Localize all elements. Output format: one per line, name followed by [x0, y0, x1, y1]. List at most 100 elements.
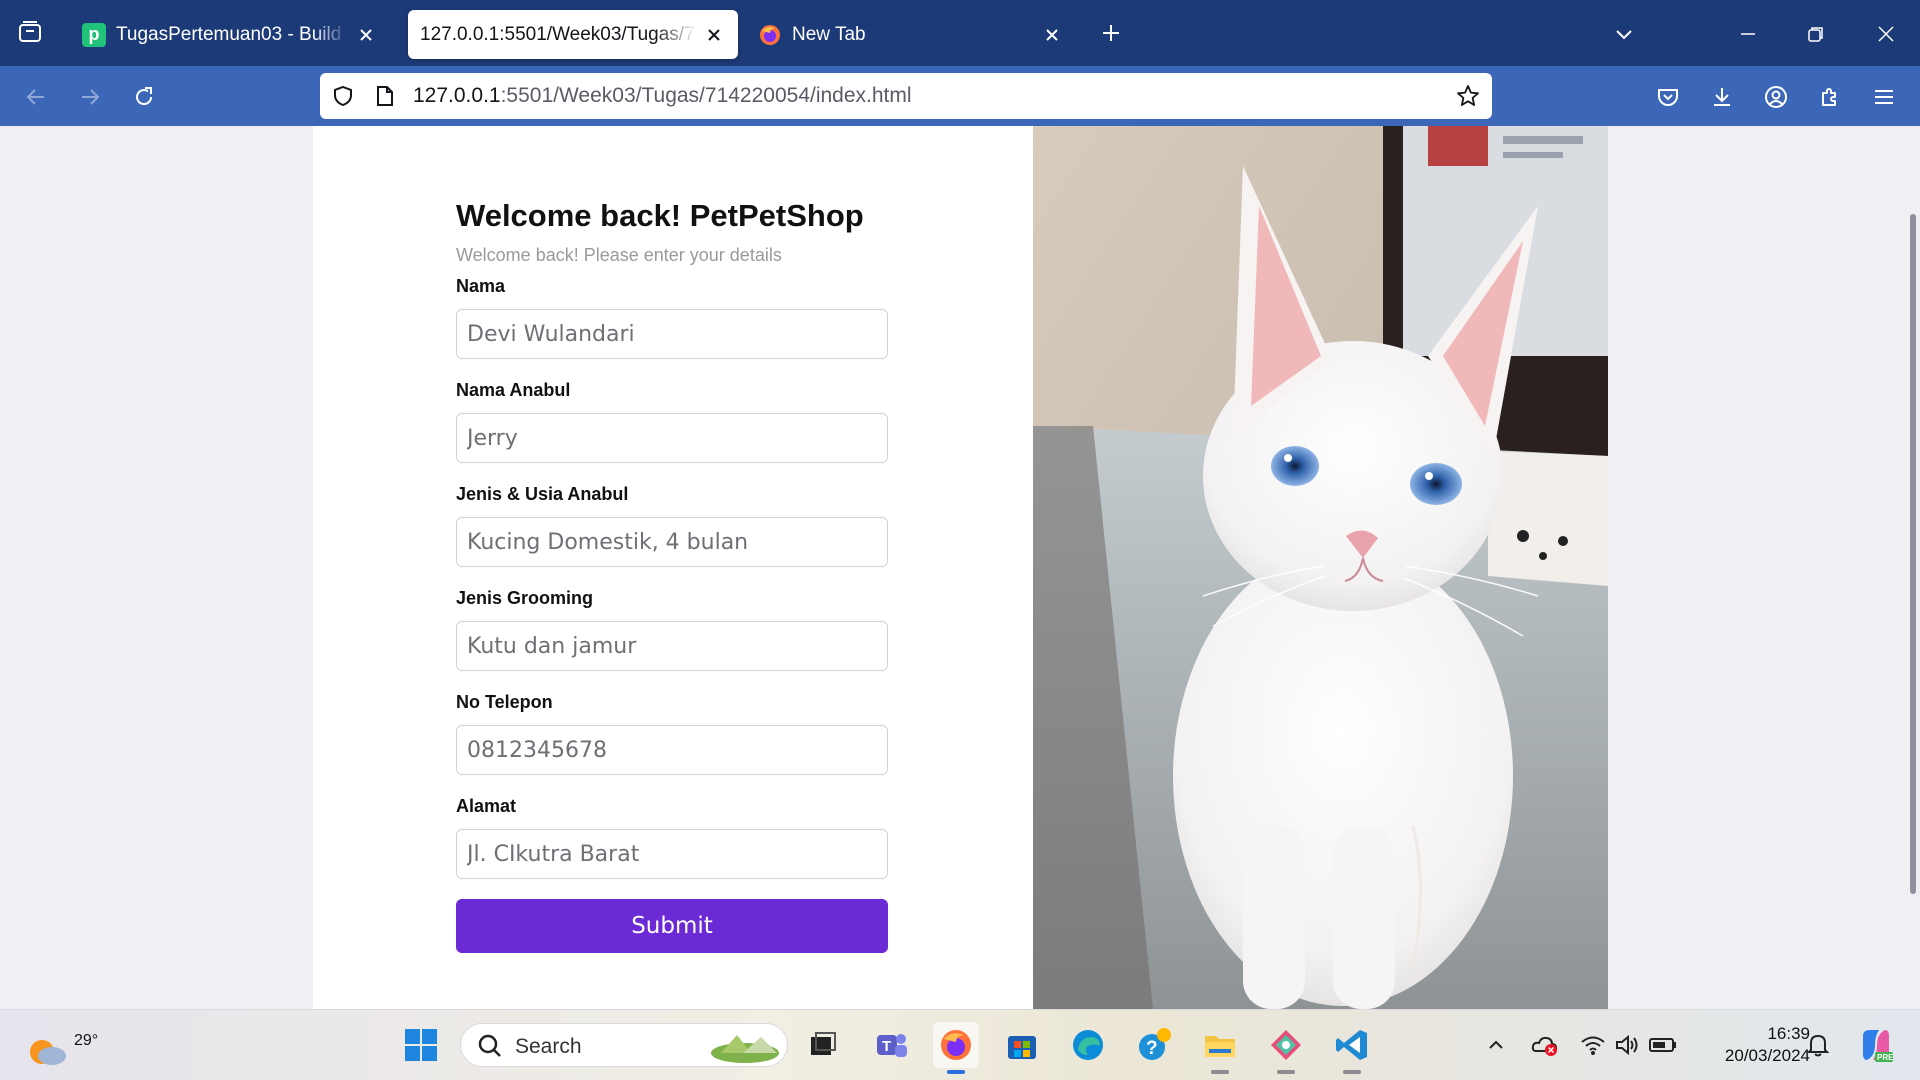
tab-tugas-pertemuan[interactable]: p TugasPertemuan03 - Build - Pip — [70, 10, 390, 59]
field-label: Jenis & Usia Anabul — [456, 484, 629, 504]
tab-label: 127.0.0.1:5501/Week03/Tugas/7142 — [420, 23, 696, 45]
address-bar[interactable]: 127.0.0.1:5501/Week03/Tugas/714220054/in… — [320, 73, 1492, 119]
weather-temperature: 29° — [74, 1032, 99, 1049]
field-jenis-usia: Jenis & Usia Anabul — [456, 483, 891, 567]
jenis-grooming-input[interactable] — [456, 621, 888, 671]
jenis-usia-input[interactable] — [456, 517, 888, 567]
tab-label: New Tab — [792, 23, 866, 45]
tab-list-button[interactable] — [12, 14, 48, 50]
task-view-button[interactable] — [800, 1022, 846, 1068]
tab-new-tab[interactable]: New Tab — [746, 10, 1076, 59]
plus-icon — [1103, 25, 1119, 41]
firefox-icon — [941, 1030, 971, 1060]
extensions-button[interactable] — [1812, 79, 1848, 115]
notifications-button[interactable] — [1803, 1030, 1833, 1060]
field-label: Alamat — [456, 796, 517, 816]
browser-titlebar: p TugasPertemuan03 - Build - Pip 127.0.0… — [0, 0, 1920, 66]
nama-anabul-input[interactable] — [456, 413, 888, 463]
restore-button[interactable] — [1796, 14, 1836, 54]
alamat-input[interactable] — [456, 829, 888, 879]
weather-sun-cloud-icon — [30, 1040, 66, 1065]
url-text[interactable]: 127.0.0.1:5501/Week03/Tugas/714220054/in… — [413, 84, 912, 108]
speaker-icon — [1616, 1034, 1638, 1056]
minimize-button[interactable] — [1728, 14, 1768, 54]
no-telepon-input[interactable] — [456, 725, 888, 775]
field-alamat: Alamat — [456, 795, 891, 879]
navigation-toolbar: 127.0.0.1:5501/Week03/Tugas/714220054/in… — [0, 66, 1920, 126]
form-title: Welcome back! PetPetShop — [456, 198, 864, 233]
file-explorer-app[interactable] — [1197, 1022, 1243, 1074]
star-icon[interactable] — [1455, 83, 1481, 109]
show-hidden-icons-button[interactable] — [1481, 1030, 1511, 1060]
field-nama: Nama — [456, 275, 891, 359]
field-label: Jenis Grooming — [456, 588, 594, 608]
list-all-tabs-button[interactable] — [1604, 14, 1644, 54]
registration-card: Welcome back! PetPetShop Welcome back! P… — [313, 126, 1608, 1009]
close-icon — [1878, 26, 1894, 42]
white-cat-image — [1033, 126, 1608, 1009]
downloads-button[interactable] — [1704, 79, 1740, 115]
app-running-indicator — [1211, 1070, 1229, 1074]
close-window-button[interactable] — [1866, 14, 1906, 54]
hamburger-menu-icon — [1875, 90, 1893, 104]
firefox-icon — [758, 23, 782, 47]
get-help-app[interactable]: ? — [1131, 1022, 1177, 1068]
page-icon[interactable] — [372, 83, 398, 109]
git-app[interactable] — [1263, 1022, 1309, 1074]
start-button[interactable] — [398, 1022, 444, 1068]
menu-button[interactable] — [1866, 79, 1902, 115]
tab-close-icon[interactable] — [354, 23, 378, 47]
clock-date: 20/03/2024 — [1724, 1046, 1810, 1065]
edge-app[interactable] — [1065, 1022, 1111, 1068]
nama-input[interactable] — [456, 309, 888, 359]
reload-button[interactable] — [126, 79, 162, 115]
onedrive-status[interactable] — [1530, 1030, 1560, 1060]
shield-icon[interactable] — [330, 83, 356, 109]
back-button[interactable] — [18, 79, 54, 115]
pocket-button[interactable] — [1650, 79, 1686, 115]
help-icon: ? — [1139, 1028, 1171, 1060]
volume-control[interactable] — [1612, 1030, 1642, 1060]
account-icon — [1765, 86, 1787, 108]
minimize-icon — [1741, 33, 1755, 35]
forward-button[interactable] — [72, 79, 108, 115]
svg-text:T: T — [882, 1038, 891, 1055]
teams-icon: T — [877, 1034, 907, 1057]
submit-button[interactable]: Submit — [456, 899, 888, 953]
copilot-button[interactable]: PRE — [1856, 1025, 1896, 1065]
wifi-status[interactable] — [1578, 1030, 1608, 1060]
active-app-indicator — [947, 1070, 965, 1074]
app-running-indicator — [1277, 1070, 1295, 1074]
clock-time: 16:39 — [1767, 1024, 1810, 1043]
new-tab-button[interactable] — [1094, 16, 1128, 50]
folder-icon — [1205, 1036, 1235, 1057]
windows-logo-icon — [405, 1029, 437, 1061]
weather-widget[interactable]: 29° — [26, 1022, 98, 1068]
tab-close-icon[interactable] — [1040, 23, 1064, 47]
teams-app[interactable]: T — [868, 1022, 914, 1068]
search-icon — [478, 1034, 501, 1057]
arrow-right-icon — [82, 89, 100, 105]
field-label: No Telepon — [456, 692, 553, 712]
battery-status[interactable] — [1648, 1030, 1678, 1060]
form-subtitle: Welcome back! Please enter your details — [456, 245, 782, 265]
tab-localhost-active[interactable]: 127.0.0.1:5501/Week03/Tugas/7142 — [408, 10, 738, 59]
field-nama-anabul: Nama Anabul — [456, 379, 891, 463]
field-jenis-grooming: Jenis Grooming — [456, 587, 891, 671]
taskbar-clock[interactable]: 16:39 20/03/2024 — [1690, 1023, 1810, 1067]
edge-icon — [1073, 1030, 1103, 1060]
microsoft-store-app[interactable] — [999, 1022, 1045, 1068]
vscode-app[interactable] — [1329, 1022, 1375, 1074]
reload-icon — [136, 87, 153, 106]
tab-close-icon[interactable] — [702, 23, 726, 47]
account-button[interactable] — [1758, 79, 1794, 115]
page-viewport: Welcome back! PetPetShop Welcome back! P… — [0, 126, 1920, 1009]
cat-photo — [1033, 126, 1608, 1009]
firefox-taskbar-app[interactable] — [933, 1022, 979, 1074]
windows-taskbar: 29° Search T ? 16:39 20/03/2024 PRE — [0, 1009, 1920, 1080]
taskbar-search[interactable]: Search — [460, 1023, 788, 1067]
page-scrollbar[interactable] — [1910, 214, 1916, 894]
search-label: Search — [515, 1035, 582, 1058]
git-kraken-icon — [1271, 1030, 1301, 1060]
svg-text:?: ? — [1146, 1038, 1158, 1059]
